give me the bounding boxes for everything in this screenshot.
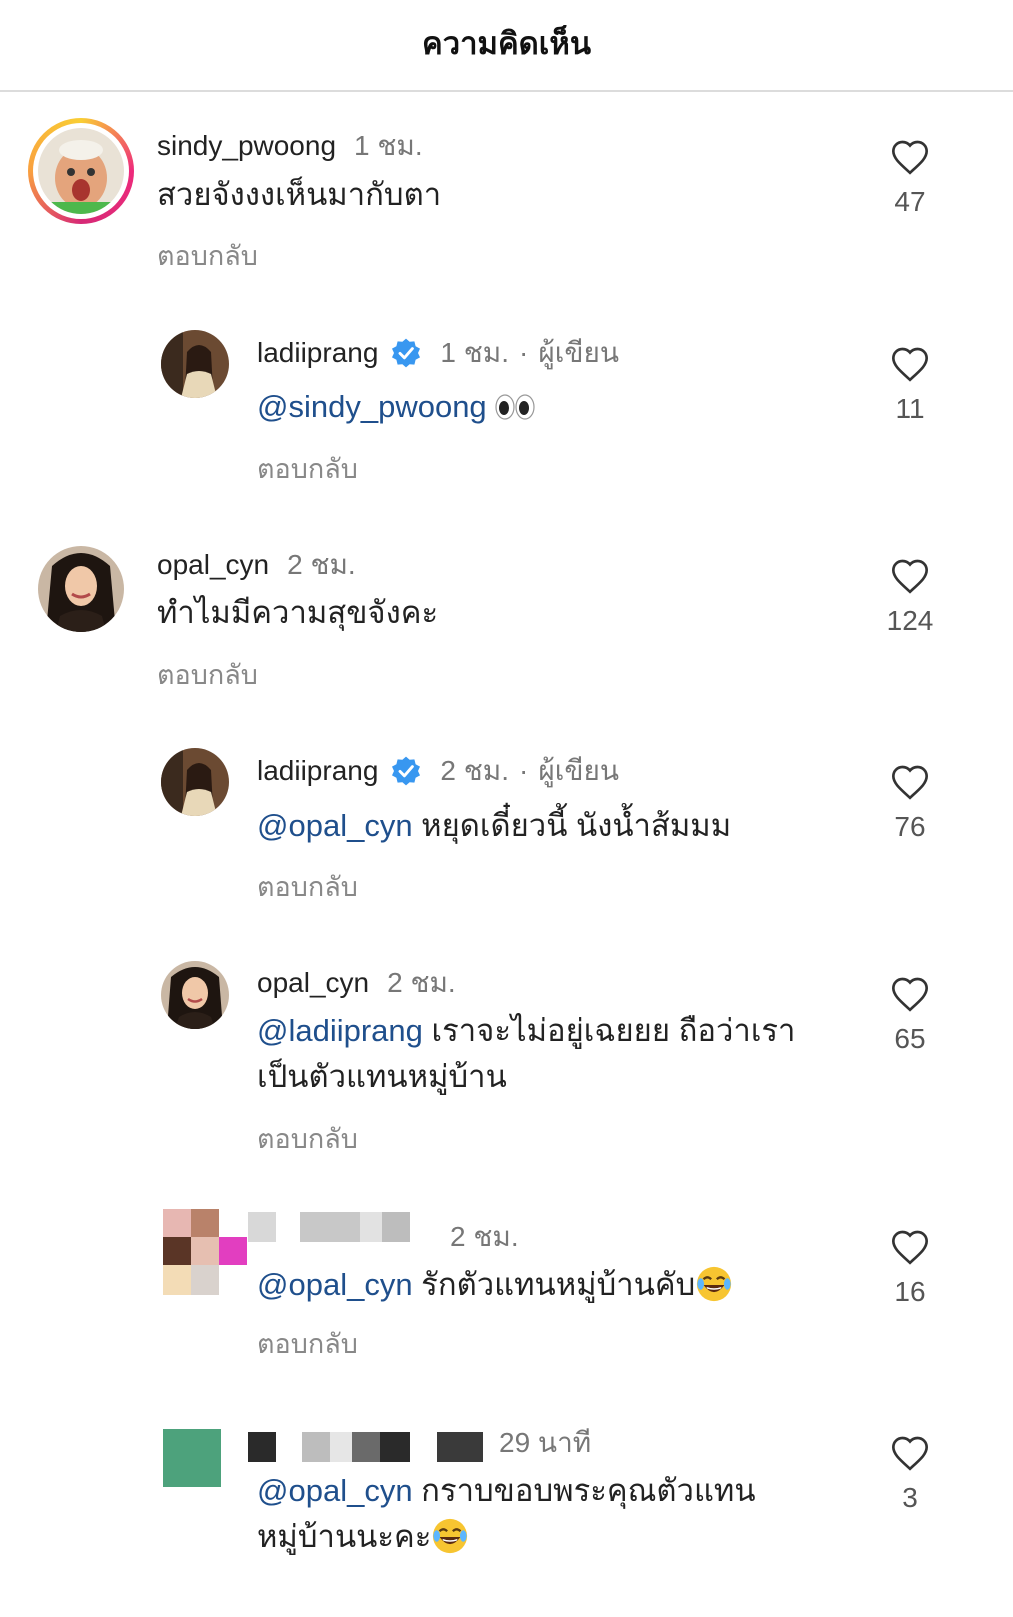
like-button[interactable]: 124 <box>880 557 940 637</box>
author-label: ผู้เขียน <box>538 337 620 368</box>
reply-button[interactable]: ตอบกลับ <box>257 1322 358 1365</box>
mention-link[interactable]: @sindy_pwoong <box>257 389 487 424</box>
like-count: 47 <box>894 186 926 217</box>
eyes-emoji-icon <box>495 394 535 420</box>
heart-icon[interactable] <box>890 1228 930 1266</box>
username[interactable]: ladiiprang <box>257 755 378 787</box>
timestamp: 2 ชม. <box>287 549 356 580</box>
comment-text: @sindy_pwoong <box>257 384 535 430</box>
like-count: 3 <box>902 1482 918 1513</box>
reply-button[interactable]: ตอบกลับ <box>157 234 258 277</box>
timestamp: 1 ชม. <box>440 337 510 368</box>
mention-link[interactable]: @opal_cyn <box>257 808 413 843</box>
like-button[interactable]: 76 <box>880 763 940 843</box>
like-button[interactable]: 3 <box>880 1434 940 1514</box>
heart-icon[interactable] <box>890 557 930 595</box>
verified-badge-icon <box>390 337 422 369</box>
timestamp: 2 ชม. <box>450 1221 519 1252</box>
heart-icon[interactable] <box>890 763 930 801</box>
avatar[interactable] <box>161 961 229 1029</box>
avatar[interactable] <box>161 748 229 816</box>
like-button[interactable]: 47 <box>880 138 940 218</box>
like-button[interactable]: 65 <box>880 975 940 1055</box>
username[interactable]: opal_cyn <box>157 549 269 581</box>
mention-link[interactable]: @opal_cyn <box>257 1473 413 1508</box>
like-button[interactable]: 16 <box>880 1228 940 1308</box>
mention-link[interactable]: @opal_cyn <box>257 1267 413 1302</box>
comment-text: ทำไมมีความสุขจังคะ <box>157 595 439 630</box>
comment-text: @opal_cyn หยุดเดี๋ยวนี้ นังน้ำส้มมม <box>257 808 732 843</box>
reply-button[interactable]: ตอบกลับ <box>257 447 358 490</box>
like-count: 16 <box>894 1276 926 1307</box>
verified-badge-icon <box>390 755 422 787</box>
comment-text: สวยจังงงเห็นมากับตา <box>157 177 442 212</box>
author-label: ผู้เขียน <box>538 755 620 786</box>
avatar-pixelated[interactable] <box>163 1209 249 1295</box>
page-title: ความคิดเห็น <box>421 26 592 61</box>
reply-button[interactable]: ตอบกลับ <box>257 865 358 908</box>
avatar[interactable] <box>161 330 229 398</box>
laughing-emoji-icon <box>431 1517 469 1555</box>
avatar[interactable] <box>38 128 124 214</box>
username[interactable]: opal_cyn <box>257 967 369 999</box>
like-button[interactable]: 11 <box>880 345 940 425</box>
username[interactable]: ladiiprang <box>257 337 378 369</box>
reply-button[interactable]: ตอบกลับ <box>257 1117 358 1160</box>
timestamp: 29 นาที <box>499 1427 592 1458</box>
username[interactable]: sindy_pwoong <box>157 130 336 162</box>
mention-link[interactable]: @ladiiprang <box>257 1013 423 1048</box>
heart-icon[interactable] <box>890 1434 930 1472</box>
comment-text: @opal_cyn กราบขอบพระคุณตัวแทน หมู่บ้านนะค… <box>257 1473 756 1555</box>
comment-text: @opal_cyn รักตัวแทนหมู่บ้านคับ <box>257 1262 733 1308</box>
heart-icon[interactable] <box>890 975 930 1013</box>
timestamp: 2 ชม. <box>440 755 510 786</box>
comment-text: @ladiiprang เราจะไม่อยู่เฉยยย ถือว่าเราเ… <box>257 1013 796 1094</box>
like-count: 11 <box>895 393 925 424</box>
reply-button[interactable]: ตอบกลับ <box>157 653 258 696</box>
heart-icon[interactable] <box>890 138 930 176</box>
heart-icon[interactable] <box>890 345 930 383</box>
like-count: 65 <box>894 1023 926 1054</box>
laughing-emoji-icon <box>695 1265 733 1303</box>
like-count: 76 <box>894 811 926 842</box>
comments-header: ความคิดเห็น <box>0 0 1013 92</box>
like-count: 124 <box>886 605 934 636</box>
avatar-pixelated[interactable] <box>163 1429 221 1487</box>
timestamp: 2 ชม. <box>387 967 456 998</box>
avatar[interactable] <box>38 546 124 632</box>
timestamp: 1 ชม. <box>354 130 423 161</box>
